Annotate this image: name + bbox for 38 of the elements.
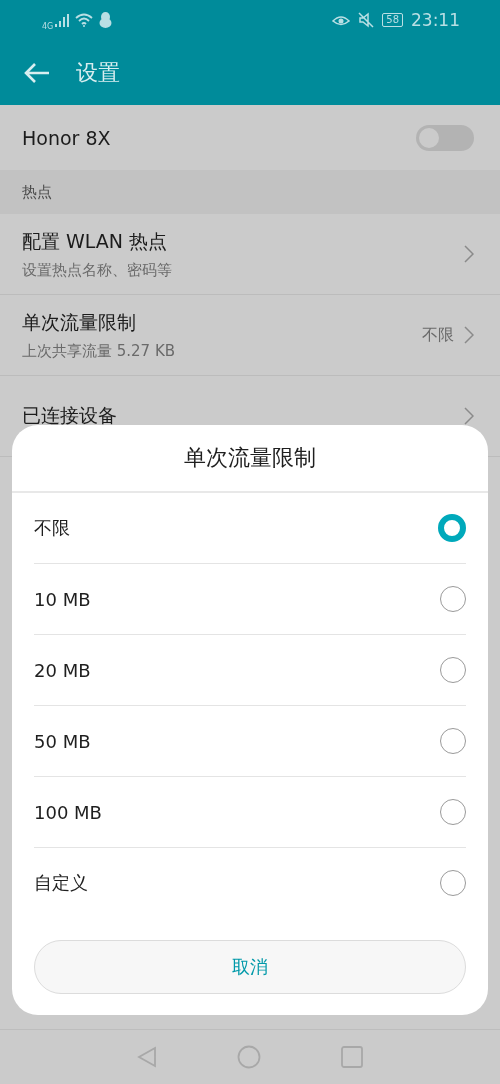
chevron-icon [464, 245, 474, 263]
device-name: Honor 8X [22, 126, 111, 149]
radio-button[interactable] [440, 870, 466, 896]
option-label[interactable]: 20 MB [34, 659, 440, 681]
radio-button[interactable] [440, 586, 466, 612]
eye-icon [332, 13, 351, 27]
row-title[interactable]: 配置 WLAN 热点 [22, 228, 464, 255]
clock-time: 23:11 [411, 10, 460, 30]
dialog-title: 单次流量限制 [184, 444, 316, 472]
home-nav-icon[interactable] [237, 1045, 261, 1069]
row-title[interactable]: 单次流量限制 [22, 309, 422, 336]
penguin-icon [99, 12, 113, 28]
signal-icon [55, 13, 70, 27]
recents-nav-icon[interactable] [341, 1046, 363, 1068]
row-subtitle: 上次共享流量 5.27 KB [22, 341, 177, 361]
section-header: 热点 [22, 182, 52, 202]
row-title[interactable]: 已连接设备 [22, 403, 464, 429]
battery-level: 58 [382, 13, 403, 27]
radio-button[interactable] [440, 728, 466, 754]
option-label[interactable]: 100 MB [34, 801, 440, 823]
page-title: 设置 [76, 58, 120, 87]
mute-icon [358, 12, 375, 28]
radio-button[interactable] [438, 514, 466, 542]
option-label[interactable]: 不限 [34, 516, 438, 540]
back-arrow-icon[interactable] [24, 61, 50, 84]
option-label[interactable]: 10 MB [34, 588, 440, 610]
wifi-icon [75, 13, 94, 27]
row-subtitle: 设置热点名称、密码等 [22, 260, 173, 280]
hotspot-switch[interactable] [416, 124, 474, 151]
chevron-icon [464, 326, 474, 344]
row-value: 不限 [422, 324, 454, 346]
radio-button[interactable] [440, 657, 466, 683]
radio-button[interactable] [440, 799, 466, 825]
option-label[interactable]: 自定义 [34, 871, 440, 895]
chevron-icon [464, 407, 474, 425]
option-label[interactable]: 50 MB [34, 730, 440, 752]
back-nav-icon[interactable] [137, 1046, 157, 1068]
network-type: 4G [42, 21, 54, 31]
